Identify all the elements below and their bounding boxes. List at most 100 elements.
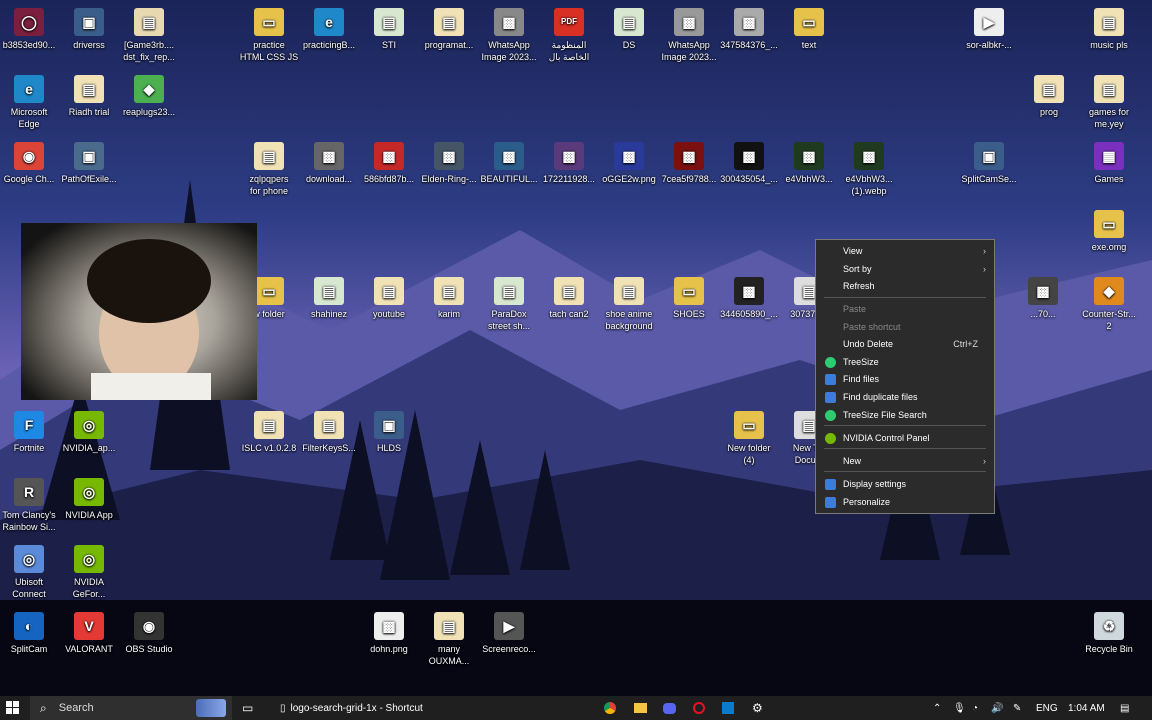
desktop-icon[interactable]: ▶ Screenreco...	[476, 612, 542, 655]
desktop-icon[interactable]: ▩ e4VbhW3... (1).webp	[836, 142, 902, 197]
desktop-icon[interactable]: ◯ b3853ed90...	[0, 8, 62, 51]
opera-taskbar-icon[interactable]	[693, 696, 705, 720]
clock[interactable]: 1:04 AM	[1068, 696, 1105, 720]
desktop-icon[interactable]: ▦ Games	[1076, 142, 1142, 185]
language-indicator[interactable]: ENG	[1036, 696, 1058, 720]
file-explorer-taskbar-icon[interactable]	[634, 696, 647, 720]
desktop-icon[interactable]: ▤ music pls	[1076, 8, 1142, 51]
menu-item-undo-delete[interactable]: Undo Delete Ctrl+Z	[816, 336, 994, 353]
desktop-icon[interactable]: ▤ youtube	[356, 277, 422, 320]
desktop-icon[interactable]: ▩ Elden-Ring-...	[416, 142, 482, 185]
vscode-taskbar-icon[interactable]	[722, 696, 734, 720]
desktop-icon[interactable]: ▤ programat...	[416, 8, 482, 51]
desktop-icon[interactable]: ▩ 7cea5f9788...	[656, 142, 722, 185]
desktop-icon[interactable]: ▩ 172211928...	[536, 142, 602, 185]
desktop-icon[interactable]: ▤ STI	[356, 8, 422, 51]
desktop-icon[interactable]: ◆ reaplugs23...	[116, 75, 182, 118]
desktop-icon[interactable]: ▭ exe.omg	[1076, 210, 1142, 253]
desktop-icon[interactable]: ◎ Ubisoft Connect	[0, 545, 62, 600]
desktop-icon[interactable]: ▤ [Game3rb.... dst_fix_rep...	[116, 8, 182, 63]
microphone-icon[interactable]: 🎙	[953, 696, 966, 720]
menu-item-sort-by[interactable]: Sort by ›	[816, 261, 994, 278]
desktop-icon[interactable]: ▤ prog	[1016, 75, 1082, 118]
desktop-icon[interactable]: ▤ karim	[416, 277, 482, 320]
desktop-icon[interactable]: ▩ BEAUTIFUL...	[476, 142, 542, 185]
menu-item-view[interactable]: View ›	[816, 243, 994, 260]
desktop-icon[interactable]: ▤ FilterKeysS...	[296, 411, 362, 454]
desktop-icon[interactable]: ◆ Counter-Str... 2	[1076, 277, 1142, 332]
desktop-icon[interactable]: ▭ New folder (4)	[716, 411, 782, 466]
desktop-icon[interactable]: R Tom Clancy's Rainbow Si...	[0, 478, 62, 533]
desktop-icon[interactable]: ▣ driverss	[56, 8, 122, 51]
desktop-icon[interactable]: ▩ 347584376_...	[716, 8, 782, 51]
desktop-icon-label: WhatsApp Image 2023...	[481, 40, 537, 62]
desktop-icon[interactable]: ▭ SHOES	[656, 277, 722, 320]
menu-item-find-duplicate-files[interactable]: Find duplicate files	[816, 389, 994, 406]
menu-item-treesize[interactable]: TreeSize	[816, 354, 994, 371]
notification-icon[interactable]: ▤	[1120, 696, 1129, 720]
taskbar-search-box[interactable]: ⌕ Search	[30, 696, 232, 720]
desktop-icon[interactable]: ▭ text	[776, 8, 842, 51]
taskbar-window-button[interactable]: ▯ logo-search-grid-1x - Shortcut	[280, 696, 470, 720]
desktop-icon[interactable]: ◉ Google Ch...	[0, 142, 62, 185]
menu-item-refresh[interactable]: Refresh	[816, 278, 994, 295]
tray-overflow-icon[interactable]: ⌃	[933, 696, 941, 720]
desktop-icon[interactable]: ▤ many OUXMA...	[416, 612, 482, 667]
desktop-icon-label: Elden-Ring-...	[421, 174, 477, 184]
desktop-icon[interactable]: ▤ DS	[596, 8, 662, 51]
desktop-icon[interactable]: ▣ PathOfExile...	[56, 142, 122, 185]
desktop-icon[interactable]: e practicingB...	[296, 8, 362, 51]
desktop-icon[interactable]: ▶ sor-albkr-...	[956, 8, 1022, 51]
desktop-icon[interactable]: V VALORANT	[56, 612, 122, 655]
desktop-icon[interactable]: ▩ WhatsApp Image 2023...	[656, 8, 722, 63]
desktop-icon[interactable]: ▩ dohn.png	[356, 612, 422, 655]
menu-item-personalize[interactable]: Personalize	[816, 494, 994, 511]
desktop-icon[interactable]: ▤ shoe anime background	[596, 277, 662, 332]
desktop-icon-label: Games	[1094, 174, 1124, 184]
desktop-icon[interactable]: ▣ SplitCamSe...	[956, 142, 1022, 185]
desktop-icon[interactable]: ▤ Riadh trial	[56, 75, 122, 118]
menu-item-nvidia-control-panel[interactable]: NVIDIA Control Panel	[816, 430, 994, 447]
menu-item-paste[interactable]: Paste	[816, 301, 994, 318]
desktop-icon[interactable]: ▭ practice HTML CSS JS	[236, 8, 302, 63]
desktop-icon[interactable]: ▤ ISLC v1.0.2.8	[236, 411, 302, 454]
desktop-icon[interactable]: ♻ Recycle Bin	[1076, 612, 1142, 655]
network-icon[interactable]: ◔	[972, 696, 978, 720]
menu-item-treesize-file-search[interactable]: TreeSize File Search	[816, 407, 994, 424]
desktop-icon-label: VALORANT	[65, 644, 113, 654]
desktop-icon[interactable]: ▩ ...70...	[1010, 277, 1076, 320]
discord-taskbar-icon[interactable]	[663, 696, 676, 720]
desktop-icon[interactable]: ▩ 344605890_...	[716, 277, 782, 320]
pen-icon[interactable]: ✎	[1013, 696, 1021, 720]
desktop-icon[interactable]: ▩ 300435054_...	[716, 142, 782, 185]
desktop-icon[interactable]: ◉ OBS Studio	[116, 612, 182, 655]
desktop-icon[interactable]: ▤ ParaDox street sh...	[476, 277, 542, 332]
desktop-icon[interactable]: PDF المنظومة الخاصة بال	[536, 8, 602, 63]
settings-taskbar-icon[interactable]: ⚙	[752, 696, 763, 720]
menu-item-new[interactable]: New ›	[816, 453, 994, 470]
desktop-icon[interactable]: ▤ shahinez	[296, 277, 362, 320]
desktop-icon[interactable]: F Fortnite	[0, 411, 62, 454]
desktop-icon[interactable]: ▩ e4VbhW3...	[776, 142, 842, 185]
task-view-icon[interactable]: ▭	[242, 696, 253, 720]
desktop-icon[interactable]: ▣ HLDS	[356, 411, 422, 454]
desktop-icon[interactable]: ▤ games for me.yey	[1076, 75, 1142, 130]
desktop-icon[interactable]: e Microsoft Edge	[0, 75, 62, 130]
menu-item-paste-shortcut[interactable]: Paste shortcut	[816, 319, 994, 336]
chrome-taskbar-icon[interactable]	[604, 696, 616, 720]
desktop-icon[interactable]: ◎ NVIDIA App	[56, 478, 122, 521]
menu-item-display-settings[interactable]: Display settings	[816, 476, 994, 493]
desktop-icon[interactable]: ◎ NVIDIA_ap...	[56, 411, 122, 454]
desktop-icon-glyph: ▩	[614, 142, 644, 170]
menu-item-find-files[interactable]: Find files	[816, 371, 994, 388]
desktop-icon[interactable]: ◐ SplitCam	[0, 612, 62, 655]
desktop-icon[interactable]: ◎ NVIDIA GeFor...	[56, 545, 122, 600]
desktop-icon[interactable]: ▤ zqlpqpers for phone	[236, 142, 302, 197]
desktop-icon[interactable]: ▤ tach can2	[536, 277, 602, 320]
desktop-icon[interactable]: ▩ 586bfd87b...	[356, 142, 422, 185]
volume-icon[interactable]: 🔊	[991, 696, 1003, 720]
desktop-icon[interactable]: ▩ download...	[296, 142, 362, 185]
start-button[interactable]	[6, 696, 20, 720]
desktop-icon[interactable]: ▩ WhatsApp Image 2023...	[476, 8, 542, 63]
desktop-icon[interactable]: ▩ oGGE2w.png	[596, 142, 662, 185]
